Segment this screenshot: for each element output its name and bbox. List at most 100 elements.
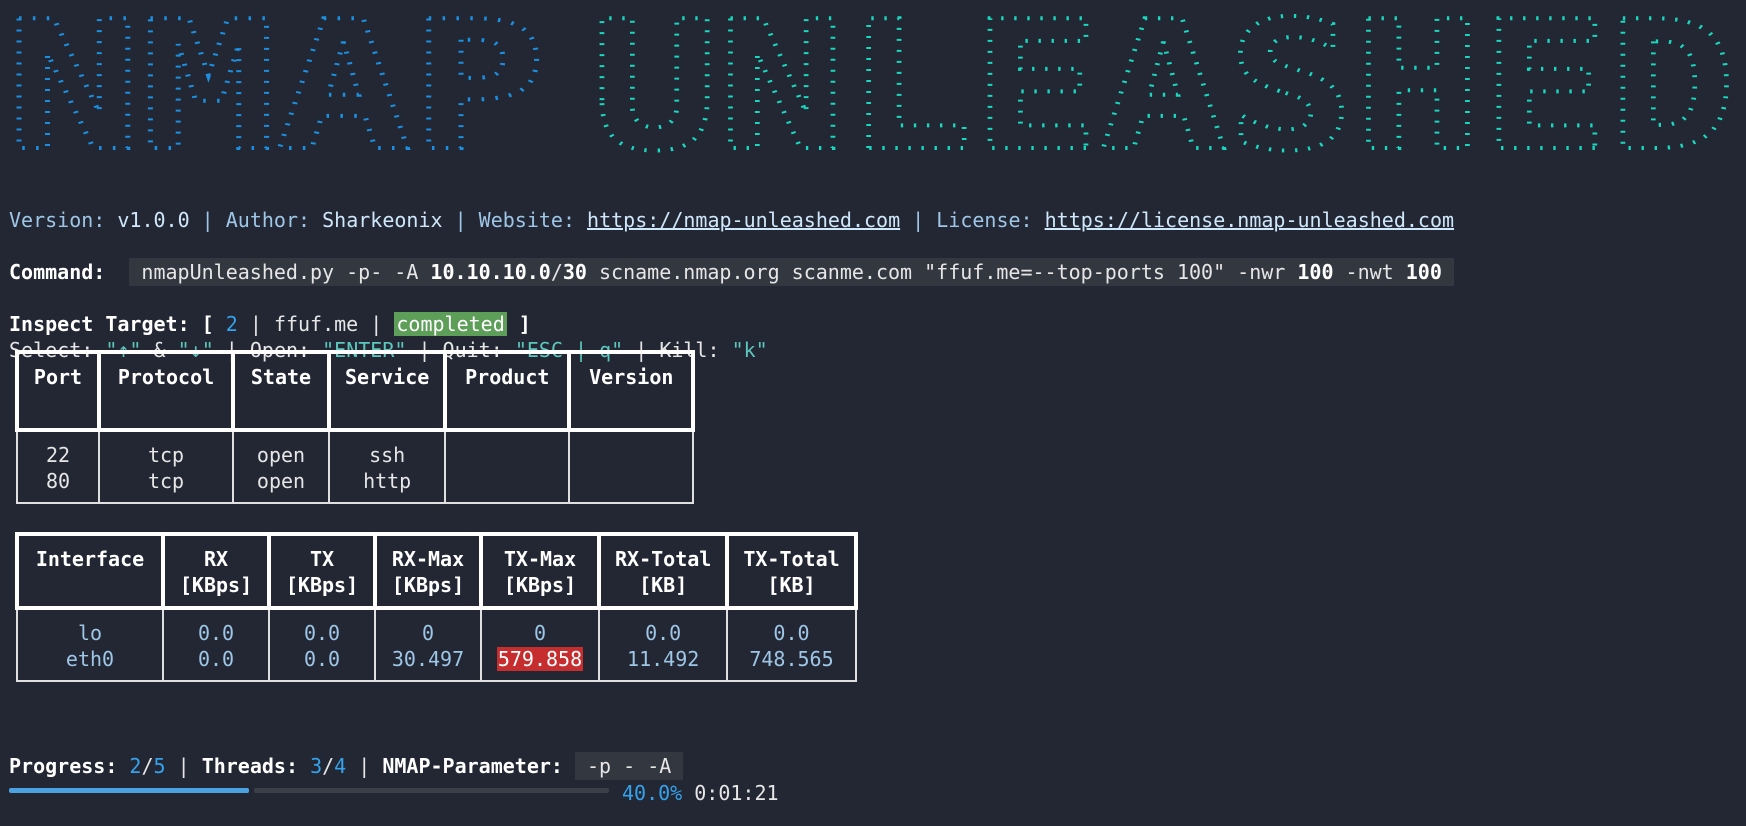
command-text: -nwt <box>1333 260 1406 284</box>
separator: | <box>912 208 925 232</box>
col-header-tx: TX [KBps] <box>267 532 377 610</box>
port-cell: 22 80 <box>16 429 100 504</box>
interface-value: eth0 <box>65 647 115 671</box>
progress-total: 5 <box>153 754 166 778</box>
state-value: open <box>256 443 306 467</box>
tx-max-value: 0 <box>533 621 547 645</box>
col-header-port: Port <box>15 350 101 432</box>
col-header-state: State <box>231 350 331 432</box>
network-table: Interface RX [KBps] TX [KBps] RX-Max [KB… <box>15 532 858 682</box>
website-link[interactable]: https://nmap-unleashed.com <box>587 208 900 232</box>
website-label: Website: <box>478 208 575 232</box>
progress-readout: 40.0% 0:01:21 <box>622 780 779 806</box>
state-value: open <box>256 469 306 493</box>
col-header-rx: RX [KBps] <box>161 532 271 610</box>
elapsed-time: 0:01:21 <box>694 781 779 805</box>
service-cell: ssh http <box>327 429 447 504</box>
rx-total-value: 11.492 <box>627 647 700 671</box>
col-header-interface: Interface <box>15 532 165 610</box>
kill-key: "k" <box>731 338 768 362</box>
header-line: TX-Max <box>503 547 577 571</box>
command-ip: 10.10.10.0 <box>430 260 551 284</box>
rx-max-cell: 0 30.497 <box>374 607 482 682</box>
tx-value: 0.0 <box>303 621 341 645</box>
header-line: TX-Total <box>743 547 840 571</box>
version-cell <box>568 429 695 504</box>
port-value: 22 <box>45 443 71 467</box>
table-header-row: Interface RX [KBps] TX [KBps] RX-Max [KB… <box>15 532 858 610</box>
info-line: Version: v1.0.0 | Author: Sharkeonix | W… <box>9 181 1454 233</box>
version-label: Version: <box>9 208 106 232</box>
param-value: -p - -A <box>575 752 684 780</box>
rx-max-value: 30.497 <box>391 647 465 671</box>
rx-total-cell: 0.0 11.492 <box>597 607 729 682</box>
col-header-protocol: Protocol <box>97 350 235 432</box>
command-nwr-value: 100 <box>1297 260 1334 284</box>
command-cidr: 30 <box>562 260 587 284</box>
command-line: Command: nmapUnleashed.py -p- -A 10.10.1… <box>9 233 1454 286</box>
table-row: lo eth0 0.0 0.0 0.0 0.0 0 30.497 0 579.8… <box>16 607 857 682</box>
state-cell: open open <box>232 429 330 504</box>
service-value: ssh <box>369 443 406 467</box>
command-text: scname.nmap.org scanme.com "ffuf.me=--to… <box>586 260 1298 284</box>
tx-cell: 0.0 0.0 <box>268 607 376 682</box>
header-line: [KB] <box>767 573 816 597</box>
protocol-cell: tcp tcp <box>98 429 234 504</box>
col-header-version: Version <box>567 350 696 432</box>
banner-word-nmap: NMAP <box>6 6 546 156</box>
command-box: nmapUnleashed.py -p- -A 10.10.10.0/30 sc… <box>129 258 1454 286</box>
interface-value: lo <box>77 621 103 645</box>
header-line: TX <box>309 547 335 571</box>
col-header-rx-total: RX-Total [KB] <box>596 532 730 610</box>
interface-cell: lo eth0 <box>16 607 164 682</box>
separator: | <box>201 208 214 232</box>
command-label: Command: <box>9 260 106 284</box>
header-line: [KBps] <box>391 573 465 597</box>
banner-word-unleashed: UNLEASHED <box>591 6 1736 156</box>
threads-active: 3 <box>310 754 323 778</box>
threads-label: Threads: <box>201 754 299 778</box>
tx-total-value: 0.0 <box>773 621 810 645</box>
progress-bar <box>9 788 609 794</box>
threads-total: 4 <box>334 754 347 778</box>
separator: | <box>454 208 467 232</box>
license-label: License: <box>936 208 1033 232</box>
table-header-row: Port Protocol State Service Product Vers… <box>15 350 696 432</box>
header-line: RX-Max <box>391 547 465 571</box>
col-header-service: Service <box>326 350 448 432</box>
rx-value: 0.0 <box>197 647 235 671</box>
license-link[interactable]: https://license.nmap-unleashed.com <box>1045 208 1454 232</box>
header-line: RX <box>203 547 229 571</box>
progress-bar-track <box>254 788 609 793</box>
header-line: [KB] <box>639 573 688 597</box>
tx-max-cell: 0 579.858 <box>480 607 600 682</box>
rx-total-value: 0.0 <box>645 621 682 645</box>
status-line: Progress: 2/5 | Threads: 3/4 | NMAP-Para… <box>9 727 684 780</box>
author-value: Sharkeonix <box>322 208 443 232</box>
author-label: Author: <box>225 208 311 232</box>
command-slash: / <box>550 260 563 284</box>
product-cell <box>444 429 571 504</box>
header-line: [KBps] <box>179 573 253 597</box>
tx-total-cell: 0.0 748.565 <box>726 607 857 682</box>
command-text: nmapUnleashed.py -p- -A <box>141 260 431 284</box>
progress-percent: 40.0% <box>622 781 683 805</box>
col-header-tx-max: TX-Max [KBps] <box>479 532 601 610</box>
version-value: v1.0.0 <box>117 208 190 232</box>
tx-max-alert-value: 579.858 <box>496 647 584 671</box>
progress-done: 2 <box>129 754 142 778</box>
tx-total-value: 748.565 <box>749 647 834 671</box>
progress-label: Progress: <box>9 754 118 778</box>
tx-max-value: 579.858 <box>496 646 584 672</box>
tx-value: 0.0 <box>303 647 341 671</box>
rx-cell: 0.0 0.0 <box>162 607 270 682</box>
col-header-tx-total: TX-Total [KB] <box>725 532 858 610</box>
protocol-value: tcp <box>147 469 185 493</box>
ports-table: Port Protocol State Service Product Vers… <box>15 350 696 504</box>
col-header-rx-max: RX-Max [KBps] <box>373 532 483 610</box>
param-label: NMAP-Parameter: <box>382 754 563 778</box>
rx-max-value: 0 <box>421 621 435 645</box>
rx-value: 0.0 <box>197 621 235 645</box>
protocol-value: tcp <box>147 443 185 467</box>
header-line: RX-Total <box>615 547 712 571</box>
